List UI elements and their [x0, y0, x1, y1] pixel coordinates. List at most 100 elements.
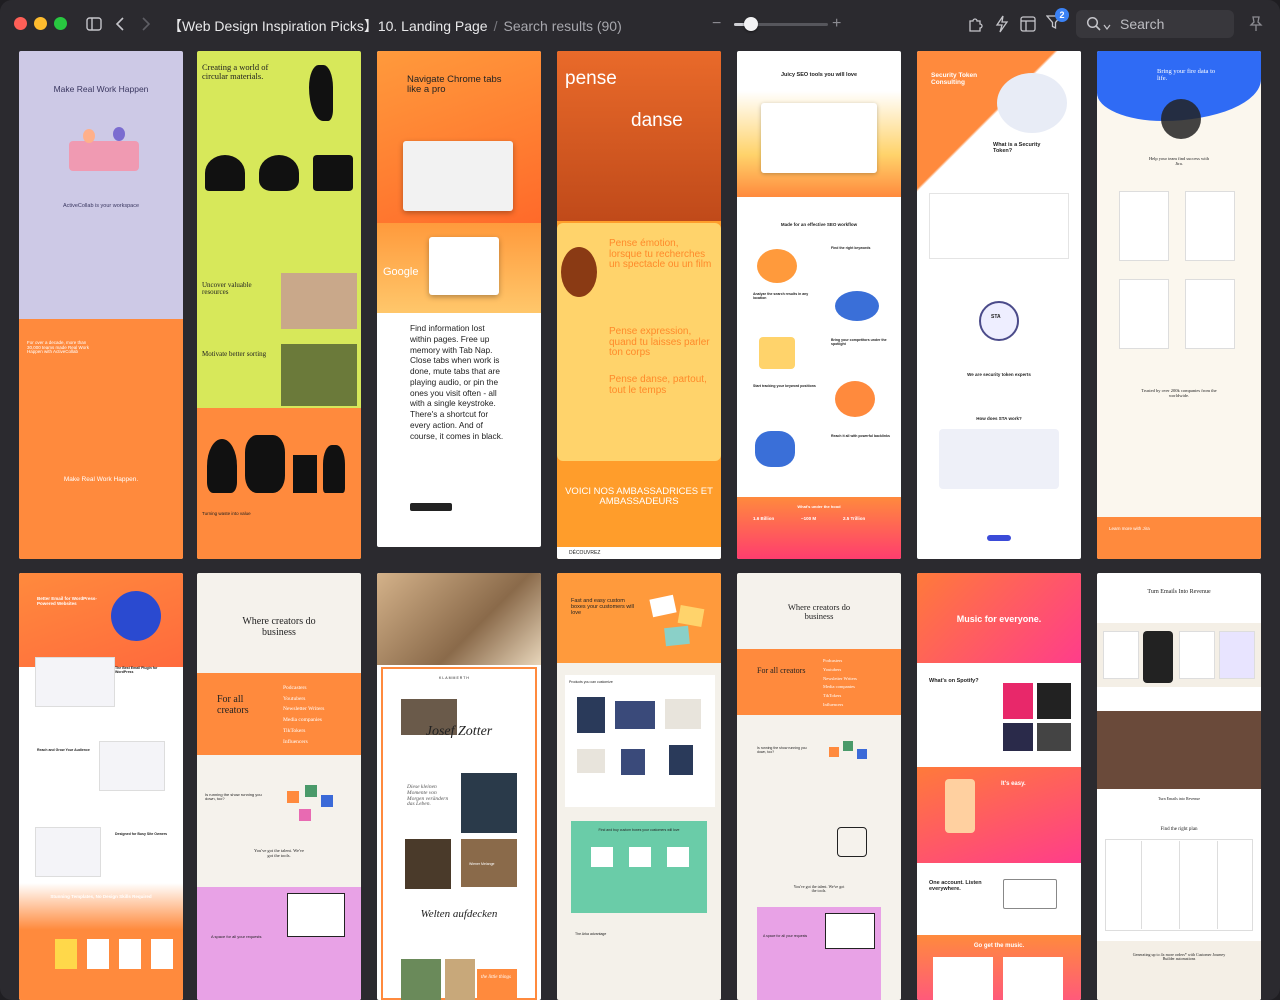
thumb-h3: Motivate better sorting: [202, 350, 267, 358]
zoom-knob[interactable]: [743, 17, 758, 31]
zoom-slider[interactable]: − +: [708, 14, 848, 34]
thumb-h4: You've got the talent. We've got the too…: [253, 848, 305, 858]
breadcrumb-results: Search results (90): [503, 18, 622, 34]
thumb-footer: Make Real Work Happen.: [63, 476, 139, 483]
thumbnail-wordpress-email[interactable]: Better Email for WordPress-Powered Websi…: [19, 573, 183, 1000]
list-item: Newsletter Writers: [283, 706, 325, 713]
thumb-h4: Designed for Busy Site Owners: [115, 832, 168, 836]
black-shape: [309, 65, 333, 121]
search-icon: [1086, 16, 1102, 37]
thumb-h2: For all creators: [757, 666, 806, 675]
breadcrumb-folder[interactable]: 【Web Design Inspiration Picks】10. Landin…: [168, 18, 488, 34]
thumbnail-omnisend[interactable]: Turn Emails Into Revenue Turn Emails int…: [1097, 573, 1261, 1000]
table-photo: [377, 573, 541, 665]
breadcrumb-separator: /: [493, 18, 498, 34]
thumb-headline: Where creators do business: [242, 616, 316, 638]
chevron-right-icon[interactable]: [136, 14, 156, 34]
thumb-headline: Turn Emails Into Revenue: [1147, 589, 1211, 595]
thumb-sub: Help your team find success with Jira.: [1148, 156, 1210, 166]
quote: Diese kleinen Momente von Morgen verände…: [407, 784, 449, 808]
zoom-out-icon[interactable]: −: [712, 14, 721, 34]
word-danse: danse: [631, 110, 683, 131]
photo-sorting: [281, 344, 357, 406]
thumbnail-arka-boxes[interactable]: Fast and easy custom boxes your customer…: [557, 573, 721, 1000]
thumb-footer: Stunning Templates, No Design Skills Req…: [50, 894, 152, 899]
stat-2: ~100 M: [801, 516, 817, 521]
thumbnail-seo-tools[interactable]: Juicy SEO tools you will love Made for a…: [737, 51, 901, 559]
thumbnail-chrome-tabs[interactable]: Navigate Chrome tabs like a pro Google F…: [377, 51, 541, 547]
process-diagram: [939, 429, 1059, 489]
list-item: Podcasters: [823, 658, 843, 663]
thumbnail-circular-materials[interactable]: Creating a world of circular materials. …: [197, 51, 361, 559]
puzzle-icon[interactable]: [966, 14, 986, 34]
thumb-h2: Products you can customize: [569, 680, 613, 684]
thumb-h2: Made for an effective SEO workflow: [780, 222, 858, 227]
thumb-h3: We are security token experts: [967, 372, 1031, 377]
search-field[interactable]: Search: [1076, 10, 1234, 38]
chevron-left-icon[interactable]: [110, 14, 130, 34]
filter-count-badge: 2: [1055, 8, 1069, 22]
thumb-headline: Navigate Chrome tabs like a pro: [407, 74, 502, 95]
sticker-cluster: [829, 741, 875, 781]
thumb-footer: VOICI NOS AMBASSADRICES ET AMBASSADEURS: [565, 486, 713, 507]
thumb-h2: Trusted by over 200k companies from the …: [1141, 388, 1217, 398]
sidebar-toggle-icon[interactable]: [84, 14, 104, 34]
thumb-h5: Go get the music.: [973, 943, 1025, 949]
thumb-h2: Welten aufdecken: [420, 908, 498, 920]
search-input[interactable]: Search: [1120, 16, 1164, 32]
filter-button[interactable]: 2: [1044, 8, 1069, 34]
dashboard-mock: [761, 103, 877, 173]
thumb-footer: Learn more with Jira: [1109, 526, 1150, 531]
minimize-window-button[interactable]: [34, 17, 47, 30]
lightning-icon[interactable]: [992, 14, 1012, 34]
cta-button: [410, 503, 452, 511]
thumb-p3: Pense danse, partout, tout le temps: [609, 374, 707, 396]
stat-3: 2.5 Trillion: [843, 516, 866, 521]
zoom-track[interactable]: [734, 17, 828, 31]
list-item: Youtubers: [283, 695, 306, 702]
step-4: Start tracking your keyword positions: [753, 384, 816, 388]
zoom-in-icon[interactable]: +: [832, 14, 841, 34]
thumbnail-grid: Make Real Work Happen ActiveCollab is yo…: [0, 48, 1280, 1000]
thumbnail-creators-2[interactable]: Where creators do business For all creat…: [737, 573, 901, 1000]
step-3: Bring your competitors under the spotlig…: [831, 338, 887, 346]
thumbnail-activecollab[interactable]: Make Real Work Happen ActiveCollab is yo…: [19, 51, 183, 559]
thumb-footer: Generating up to 4x more orders* with Cu…: [1132, 952, 1226, 962]
thumbnail-jira[interactable]: Bring your fire data to life. Help your …: [1097, 51, 1261, 559]
thumb-h2: For all creators: [217, 694, 249, 716]
step-1: Find the right keywords: [831, 246, 871, 250]
thumb-headline: Better Email for WordPress-Powered Websi…: [37, 596, 97, 606]
list-item: Podcasters: [283, 685, 307, 691]
thumb-sub: ActiveCollab is your workspace: [62, 203, 140, 209]
thumb-h5: A space for all your requests: [211, 934, 262, 939]
google-word: Google: [383, 266, 419, 278]
thumbnail-creators-1[interactable]: Where creators do business For all creat…: [197, 573, 361, 1000]
thumb-headline: Bring your fire data to life.: [1157, 68, 1216, 82]
thumb-h2: What is a Security Token?: [993, 142, 1041, 154]
thumb-discover: DÉCOUVREZ: [569, 550, 601, 556]
close-window-button[interactable]: [14, 17, 27, 30]
thumbnail-security-token[interactable]: Security Token Consulting What is a Secu…: [917, 51, 1081, 559]
thumbnail-josef-zotter[interactable]: KLAMMERTH Josef Zotter Diese kleinen Mom…: [377, 573, 541, 1000]
titlebar: 【Web Design Inspiration Picks】10. Landin…: [0, 0, 1280, 48]
creator-list: Podcasters Youtubers Newsletter Writers …: [823, 657, 857, 710]
thumb-p2: Pense expression, quand tu laisses parle…: [609, 326, 710, 358]
thumb-headline: Juicy SEO tools you will love: [780, 72, 858, 78]
zoom-window-button[interactable]: [54, 17, 67, 30]
creator-list: Podcasters Youtubers Newsletter Writers …: [283, 683, 324, 747]
thumbnail-pense-danse[interactable]: pense danse Pense émotion, lorsque tu re…: [557, 51, 721, 559]
video-photo: [1097, 711, 1261, 789]
word-pense: pense: [565, 68, 617, 89]
thumb-h2: Uncover valuable resources: [202, 281, 252, 297]
list-item: Media companies: [283, 717, 322, 724]
list-item: Newsletter Writers: [823, 675, 857, 681]
layout-icon[interactable]: [1018, 14, 1038, 34]
thumb-headline: Make Real Work Happen: [53, 84, 149, 94]
app-window: 【Web Design Inspiration Picks】10. Landin…: [0, 0, 1280, 1000]
browser-mock: [403, 141, 513, 211]
orange-footer: [1097, 517, 1261, 559]
thumb-h3: Is running the show running you down, to…: [205, 792, 262, 802]
pin-icon[interactable]: [1246, 14, 1266, 34]
footer-band: [1097, 941, 1261, 1000]
thumbnail-spotify[interactable]: Music for everyone. What's on Spotify? I…: [917, 573, 1081, 1000]
